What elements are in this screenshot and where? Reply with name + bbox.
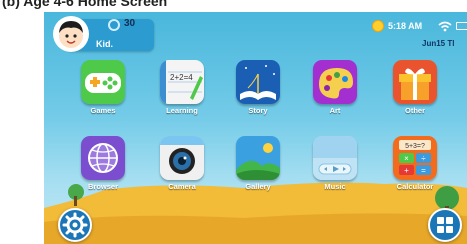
status-date: Jun15 Tl bbox=[422, 39, 455, 48]
app-camera[interactable]: Camera bbox=[154, 136, 210, 208]
learning-equation: 2+2=4 bbox=[170, 73, 193, 82]
calculator-icon: 5+3=? × ÷ + = bbox=[393, 136, 437, 180]
app-label: Calculator bbox=[396, 182, 434, 191]
app-drawer-button[interactable] bbox=[428, 208, 462, 242]
app-label: Gallery bbox=[245, 182, 271, 191]
app-label: Story bbox=[248, 106, 268, 115]
app-label: Music bbox=[324, 182, 346, 191]
app-calculator[interactable]: 5+3=? × ÷ + = Calculator bbox=[387, 136, 443, 208]
open-book-icon bbox=[236, 60, 280, 104]
landscape-icon bbox=[236, 136, 280, 180]
app-gallery[interactable]: Gallery bbox=[230, 136, 286, 208]
app-label: Other bbox=[404, 106, 425, 115]
app-learning[interactable]: 2+2=4 Learning bbox=[154, 60, 210, 132]
svg-text:×: × bbox=[404, 154, 409, 163]
palette-icon bbox=[313, 60, 357, 104]
coin-count: 30 bbox=[124, 18, 136, 29]
user-profile[interactable]: 30 Kid. bbox=[52, 15, 154, 53]
svg-text:÷: ÷ bbox=[421, 154, 426, 163]
gear-icon bbox=[62, 212, 88, 238]
home-screen: 30 Kid. 5:18 AM Jun15 Tl Games 2+2=4 Lea… bbox=[44, 12, 467, 244]
settings-button[interactable] bbox=[58, 208, 92, 242]
profile-name: Kid. bbox=[96, 39, 113, 49]
avatar[interactable] bbox=[52, 15, 90, 53]
clock-icon bbox=[372, 20, 384, 32]
status-bar: 5:18 AM bbox=[372, 20, 467, 34]
status-time: 5:18 AM bbox=[388, 21, 423, 31]
gift-icon bbox=[393, 60, 437, 104]
app-music[interactable]: Music bbox=[307, 136, 363, 208]
app-other[interactable]: Other bbox=[387, 60, 443, 132]
app-label: Camera bbox=[168, 182, 196, 191]
app-story[interactable]: Story bbox=[230, 60, 286, 132]
app-browser[interactable]: Browser bbox=[75, 136, 131, 208]
app-label: Browser bbox=[87, 182, 118, 191]
app-label: Art bbox=[329, 106, 341, 115]
music-player-icon bbox=[313, 136, 357, 180]
app-grid-icon bbox=[437, 217, 453, 233]
battery-icon bbox=[456, 22, 467, 30]
caption-text: (b) Age 4-6 Home Screen bbox=[2, 0, 168, 9]
calculator-display: 5+3=? bbox=[405, 143, 425, 150]
app-art[interactable]: Art bbox=[307, 60, 363, 132]
svg-text:+: + bbox=[404, 166, 409, 175]
figure-caption: (b) Age 4-6 Home Screen bbox=[0, 0, 467, 12]
globe-icon bbox=[81, 136, 125, 180]
app-games[interactable]: Games bbox=[75, 60, 131, 132]
wifi-icon bbox=[438, 21, 452, 32]
app-label: Games bbox=[90, 106, 116, 115]
app-label: Learning bbox=[166, 106, 198, 115]
camera-icon bbox=[160, 136, 204, 180]
svg-text:=: = bbox=[421, 166, 426, 175]
gamepad-icon bbox=[81, 60, 125, 104]
coin-timer-icon bbox=[108, 19, 120, 31]
notebook-icon: 2+2=4 bbox=[160, 60, 204, 104]
